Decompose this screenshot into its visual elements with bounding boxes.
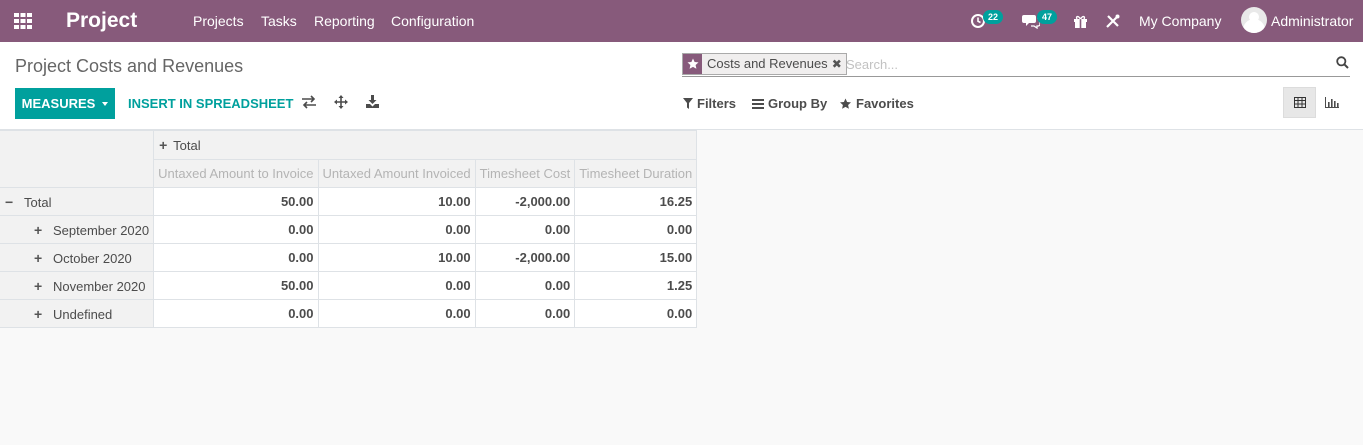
menu-projects[interactable]: Projects [193, 0, 244, 42]
measure-header[interactable]: Timesheet Cost [474, 159, 576, 188]
activity-badge: 22 [983, 10, 1004, 24]
plus-icon: + [34, 249, 43, 266]
search-icon[interactable] [1336, 56, 1350, 72]
table-cell[interactable]: 0.00 [474, 215, 576, 244]
row-label: September 2020 [53, 222, 150, 238]
table-cell[interactable]: -2,000.00 [474, 243, 576, 272]
facet-label: Costs and Revenues [707, 56, 828, 71]
row-header-september-2020[interactable]: + September 2020 [0, 215, 155, 244]
search-bar: Costs and Revenues ✖ [682, 53, 1350, 77]
top-navbar: Project Projects Tasks Reporting Configu… [0, 0, 1363, 42]
pivot-table: + Total Untaxed Amount to Invoice Untaxed… [0, 130, 698, 328]
row-label: Undefined [53, 306, 113, 322]
expand-all-icon[interactable] [334, 95, 350, 111]
graph-view-button[interactable] [1315, 87, 1348, 118]
table-cell[interactable]: 15.00 [574, 243, 698, 272]
apps-menu-icon[interactable] [14, 0, 36, 42]
row-label: November 2020 [53, 278, 146, 294]
table-cell[interactable]: 0.00 [153, 299, 319, 328]
plus-icon: + [159, 137, 168, 153]
app-brand[interactable]: Project [66, 0, 137, 42]
table-cell[interactable]: 10.00 [317, 187, 476, 216]
table-cell[interactable]: 0.00 [474, 271, 576, 300]
table-cell[interactable]: 0.00 [574, 215, 698, 244]
search-facet: Costs and Revenues ✖ [682, 53, 847, 75]
col-header-label: Total [173, 138, 201, 153]
measure-header[interactable]: Timesheet Duration [574, 159, 698, 188]
bars-icon [752, 98, 764, 109]
measure-header[interactable]: Untaxed Amount to Invoice [153, 159, 319, 188]
menu-reporting[interactable]: Reporting [314, 0, 375, 42]
breadcrumb-title: Project Costs and Revenues [15, 56, 244, 76]
download-icon[interactable] [366, 95, 382, 111]
filter-icon [683, 98, 693, 109]
table-row: + Undefined 0.00 0.00 0.00 0.00 [0, 299, 698, 328]
table-cell[interactable]: 50.00 [153, 187, 319, 216]
table-cell[interactable]: 1.25 [574, 271, 698, 300]
measures-label: MEASURES [21, 96, 96, 111]
plus-icon: + [34, 305, 43, 322]
pivot-col-header-total[interactable]: + Total [153, 130, 698, 160]
favorites-label: Favorites [856, 96, 914, 111]
table-cell[interactable]: 0.00 [317, 299, 476, 328]
filters-label: Filters [697, 96, 737, 111]
plus-icon: + [34, 221, 43, 238]
insert-spreadsheet-button[interactable]: INSERT IN SPREADSHEET [128, 88, 293, 119]
table-row: + September 2020 0.00 0.00 0.00 0.00 [0, 215, 698, 244]
plus-icon: + [34, 277, 43, 294]
facet-remove-icon[interactable]: ✖ [832, 54, 846, 74]
user-avatar[interactable] [1241, 7, 1267, 33]
table-cell[interactable]: 0.00 [153, 243, 319, 272]
row-header-november-2020[interactable]: + November 2020 [0, 271, 155, 300]
table-cell[interactable]: 0.00 [317, 271, 476, 300]
table-cell[interactable]: 0.00 [317, 215, 476, 244]
caret-down-icon [102, 101, 109, 106]
row-header-undefined[interactable]: + Undefined [0, 299, 155, 328]
minus-icon: − [5, 193, 14, 210]
messages-badge: 47 [1037, 10, 1058, 24]
table-row: + October 2020 0.00 10.00 -2,000.00 15.00 [0, 243, 698, 272]
table-cell[interactable]: 0.00 [474, 299, 576, 328]
bar-chart-icon [1324, 97, 1339, 108]
groupby-label: Group By [768, 96, 828, 111]
row-label: October 2020 [53, 250, 132, 266]
table-row: − Total 50.00 10.00 -2,000.00 16.25 [0, 187, 698, 216]
user-menu[interactable]: Administrator [1271, 0, 1353, 42]
pivot-view-button[interactable] [1283, 87, 1316, 118]
menu-tasks[interactable]: Tasks [261, 0, 297, 42]
menu-configuration[interactable]: Configuration [391, 0, 474, 42]
flip-axis-icon[interactable] [301, 95, 317, 111]
table-cell[interactable]: -2,000.00 [474, 187, 576, 216]
pivot-corner [0, 130, 155, 188]
table-row: + November 2020 50.00 0.00 0.00 1.25 [0, 271, 698, 300]
favorites-button[interactable]: Favorites [839, 88, 914, 119]
filters-button[interactable]: Filters [683, 88, 736, 119]
star-icon [683, 54, 702, 74]
table-cell[interactable]: 16.25 [574, 187, 698, 216]
debug-tools-icon[interactable] [1105, 0, 1120, 42]
row-header-october-2020[interactable]: + October 2020 [0, 243, 155, 272]
table-icon [1293, 97, 1306, 108]
groupby-button[interactable]: Group By [752, 88, 827, 119]
control-panel: Project Costs and Revenues Costs and Rev… [0, 42, 1363, 130]
row-header-total[interactable]: − Total [0, 187, 155, 216]
table-cell[interactable]: 0.00 [574, 299, 698, 328]
measure-header[interactable]: Untaxed Amount Invoiced [317, 159, 476, 188]
star-icon [840, 98, 851, 109]
table-cell[interactable]: 50.00 [153, 271, 319, 300]
table-cell[interactable]: 0.00 [153, 215, 319, 244]
search-input[interactable] [846, 54, 1326, 74]
company-switcher[interactable]: My Company [1139, 0, 1221, 42]
table-cell[interactable]: 10.00 [317, 243, 476, 272]
row-label: Total [24, 194, 52, 210]
measures-button[interactable]: MEASURES [15, 88, 115, 119]
gift-icon[interactable] [1073, 0, 1088, 42]
